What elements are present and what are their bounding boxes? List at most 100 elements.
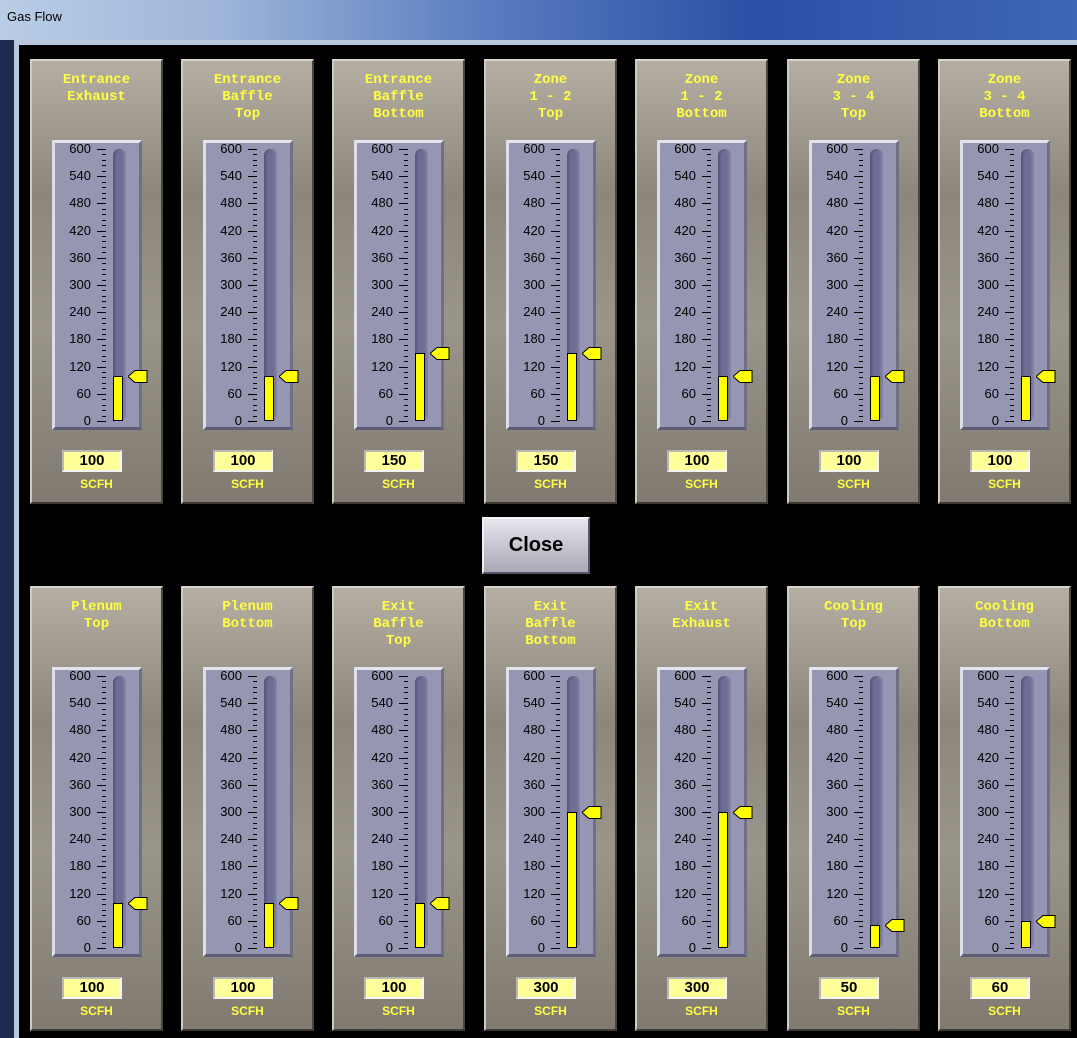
scale-tick-label: 60 xyxy=(530,386,545,401)
flow-value-readout[interactable]: 100 xyxy=(62,977,122,999)
scale-tick xyxy=(707,187,711,188)
flow-value-readout[interactable]: 50 xyxy=(819,977,879,999)
scale-tick xyxy=(404,774,408,775)
scale-tick xyxy=(1005,394,1014,395)
scale-tick xyxy=(1010,790,1014,791)
scale-tick xyxy=(1010,904,1014,905)
scale-tick xyxy=(253,692,257,693)
flow-value-readout[interactable]: 300 xyxy=(516,977,576,999)
scale-tick xyxy=(253,252,257,253)
gauge-pointer-icon[interactable] xyxy=(885,370,905,383)
scale-tick xyxy=(1010,334,1014,335)
window-title-bar[interactable]: Gas Flow xyxy=(0,0,1077,40)
flow-value-readout[interactable]: 100 xyxy=(364,977,424,999)
scale-tick-label: 480 xyxy=(523,722,545,737)
scale-tick xyxy=(859,165,863,166)
scale-tick xyxy=(102,416,106,417)
flow-value-readout[interactable]: 100 xyxy=(970,450,1030,472)
gauge-scale: 600 540 480 420 360 300 240 180 120 60 0 xyxy=(55,669,111,955)
gauge-pointer-icon[interactable] xyxy=(279,370,299,383)
scale-tick-label: 60 xyxy=(681,913,696,928)
scale-tick xyxy=(253,350,257,351)
scale-tick xyxy=(399,948,408,949)
scale-tick xyxy=(102,779,106,780)
flow-value-readout[interactable]: 150 xyxy=(516,450,576,472)
scale-tick xyxy=(404,768,408,769)
scale-tick xyxy=(404,350,408,351)
flow-value-readout[interactable]: 150 xyxy=(364,450,424,472)
gauge-level-bar xyxy=(113,903,123,948)
scale-tick xyxy=(1010,307,1014,308)
scale-tick xyxy=(102,883,106,884)
scale-tick xyxy=(854,812,863,813)
scale-tick xyxy=(1010,160,1014,161)
scale-tick xyxy=(859,807,863,808)
scale-tick xyxy=(707,290,711,291)
flow-value-readout[interactable]: 60 xyxy=(970,977,1030,999)
scale-tick xyxy=(253,845,257,846)
scale-tick xyxy=(859,410,863,411)
gauge-pointer-icon[interactable] xyxy=(885,919,905,932)
scale-tick xyxy=(404,193,408,194)
gauge-pointer-icon[interactable] xyxy=(582,806,602,819)
gauge-pointer-icon[interactable] xyxy=(582,347,602,360)
scale-tick xyxy=(1005,258,1014,259)
scale-tick xyxy=(707,252,711,253)
gauge-pointer-icon[interactable] xyxy=(128,370,148,383)
scale-tick xyxy=(404,763,408,764)
gauge-pointer-icon[interactable] xyxy=(733,806,753,819)
scale-tick xyxy=(854,703,863,704)
scale-tick xyxy=(248,758,257,759)
flow-value-readout[interactable]: 100 xyxy=(213,450,273,472)
scale-tick xyxy=(248,339,257,340)
scale-tick xyxy=(102,861,106,862)
scale-tick xyxy=(102,225,106,226)
scale-tick-label: 360 xyxy=(826,777,848,792)
scale-tick xyxy=(854,367,863,368)
flow-value-readout[interactable]: 100 xyxy=(62,450,122,472)
scale-tick xyxy=(399,149,408,150)
scale-tick xyxy=(102,801,106,802)
scale-tick xyxy=(707,741,711,742)
scale-tick xyxy=(702,758,711,759)
scale-tick xyxy=(1005,839,1014,840)
gauge-panel: Cooling Bottom 600 540 480 420 360 300 240 180 12… xyxy=(938,586,1071,1031)
scale-tick xyxy=(556,182,560,183)
scale-tick xyxy=(859,736,863,737)
scale-tick xyxy=(102,372,106,373)
scale-tick-label: 360 xyxy=(523,777,545,792)
gauge-pointer-icon[interactable] xyxy=(279,897,299,910)
unit-label: SCFH xyxy=(382,1004,415,1018)
flow-value-readout[interactable]: 100 xyxy=(667,450,727,472)
scale-tick xyxy=(102,692,106,693)
scale-tick xyxy=(556,236,560,237)
scale-tick-label: 540 xyxy=(371,695,393,710)
gauge-pointer-icon[interactable] xyxy=(1036,370,1056,383)
scale-tick xyxy=(404,410,408,411)
scale-tick xyxy=(253,817,257,818)
scale-tick xyxy=(556,807,560,808)
scale-tick-label: 180 xyxy=(523,858,545,873)
flow-value-readout[interactable]: 300 xyxy=(667,977,727,999)
scale-tick xyxy=(404,883,408,884)
scale-tick-label: 300 xyxy=(220,804,242,819)
gauge-pointer-icon[interactable] xyxy=(430,347,450,360)
scale-tick xyxy=(556,198,560,199)
gauge-pointer-icon[interactable] xyxy=(128,897,148,910)
scale-tick-label: 540 xyxy=(977,695,999,710)
flow-value-readout[interactable]: 100 xyxy=(819,450,879,472)
scale-tick-label: 240 xyxy=(674,304,696,319)
close-button[interactable]: Close xyxy=(482,517,590,574)
scale-tick xyxy=(253,932,257,933)
gauge-pointer-icon[interactable] xyxy=(430,897,450,910)
scale-tick xyxy=(97,231,106,232)
scale-tick xyxy=(97,312,106,313)
gauge-pointer-icon[interactable] xyxy=(1036,915,1056,928)
scale-tick xyxy=(399,367,408,368)
gauge-pointer-icon[interactable] xyxy=(733,370,753,383)
flow-value-readout[interactable]: 100 xyxy=(213,977,273,999)
scale-tick xyxy=(551,730,560,731)
scale-tick xyxy=(1010,350,1014,351)
scale-tick xyxy=(248,394,257,395)
scale-tick xyxy=(702,785,711,786)
